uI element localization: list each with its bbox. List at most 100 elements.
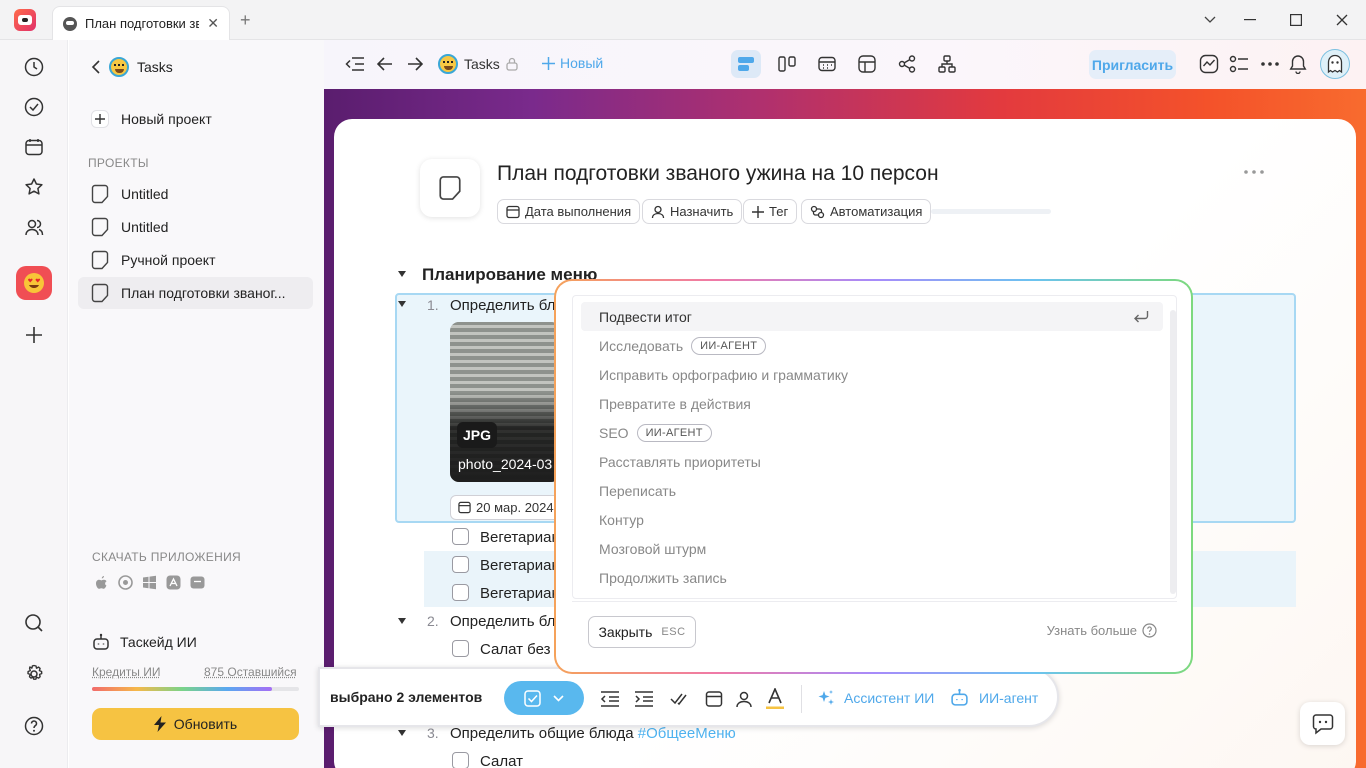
ai-option-label: Подвести итог [599, 308, 692, 325]
filter-icon[interactable] [1228, 53, 1250, 75]
ai-option-fix-spelling[interactable]: Исправить орфографию и грамматику [581, 360, 1163, 389]
app-store-icon[interactable] [166, 575, 181, 590]
check-circle-icon[interactable] [22, 95, 46, 119]
breadcrumb[interactable]: Tasks [438, 54, 518, 74]
text-color-icon[interactable] [764, 688, 786, 710]
minimize-button[interactable] [1240, 10, 1260, 30]
close-window-button[interactable] [1332, 10, 1352, 30]
due-date-pill[interactable]: Дата выполнения [497, 199, 641, 224]
user-avatar[interactable] [1320, 49, 1350, 79]
assign-user-icon[interactable] [733, 688, 755, 710]
due-date-icon[interactable] [703, 688, 725, 710]
list-scrollbar[interactable] [1170, 310, 1176, 594]
users-icon[interactable] [22, 215, 46, 239]
assign-pill[interactable]: Назначить [642, 199, 743, 224]
collapse-triangle-icon[interactable] [398, 271, 406, 277]
help-icon[interactable] [22, 714, 46, 738]
upgrade-button[interactable]: Обновить [92, 708, 299, 740]
ai-option-outline[interactable]: Контур [581, 505, 1163, 534]
project-item[interactable]: Untitled [78, 178, 313, 210]
ai-assistant-button[interactable]: Ассистент ИИ [817, 689, 934, 707]
subtask-text[interactable]: Вегетариан [480, 557, 560, 574]
tag-pill[interactable]: Тег [743, 199, 798, 224]
enter-key-icon [1134, 311, 1149, 323]
learn-more-link[interactable]: Узнать больше [1047, 623, 1157, 638]
indent-icon[interactable] [633, 688, 655, 710]
task-text[interactable]: Определить бл [450, 613, 555, 630]
task-checkbox[interactable] [452, 752, 469, 768]
outdent-icon[interactable] [599, 688, 621, 710]
collapse-triangle-icon[interactable] [398, 618, 406, 624]
ai-option-brainstorm[interactable]: Мозговой штурм [581, 534, 1163, 563]
task-checkbox[interactable] [452, 640, 469, 657]
android-icon[interactable] [190, 575, 205, 590]
star-icon[interactable] [22, 175, 46, 199]
mindmap-view-icon[interactable] [892, 50, 922, 78]
chrome-icon[interactable] [118, 575, 133, 590]
subtask-text[interactable]: Вегетариан [480, 529, 560, 546]
ai-agent-button[interactable]: ИИ-агент [950, 688, 1038, 707]
new-project-button[interactable]: Новый проект [78, 103, 313, 135]
calendar-icon[interactable] [22, 135, 46, 159]
ai-option-continue-writing[interactable]: Продолжить запись [581, 563, 1163, 592]
ai-option-seo[interactable]: SEO ИИ-АГЕНТ [581, 418, 1163, 447]
bell-icon[interactable] [1287, 53, 1309, 75]
browser-tab[interactable]: План подготовки зва... ✕ [52, 6, 230, 40]
double-check-icon[interactable] [668, 688, 690, 710]
task-checkbox[interactable] [452, 528, 469, 545]
heart-eyes-emoji-icon [24, 273, 44, 293]
new-item-button[interactable]: Новый [542, 55, 603, 71]
support-chat-button[interactable] [1300, 702, 1345, 745]
list-view-icon[interactable] [731, 50, 761, 78]
forward-arrow-icon[interactable] [404, 53, 426, 75]
back-to-workspace[interactable]: Tasks [78, 51, 313, 83]
project-item-active[interactable]: План подготовки званог... [78, 277, 313, 309]
apple-icon[interactable] [94, 575, 109, 590]
search-icon[interactable] [22, 611, 46, 635]
image-attachment[interactable]: JPG photo_2024-03 [450, 322, 560, 482]
board-view-icon[interactable] [772, 50, 802, 78]
document-title[interactable]: План подготовки званого ужина на 10 перс… [497, 162, 939, 186]
subtask-text[interactable]: Салат без а [480, 641, 563, 658]
task-checkbox[interactable] [452, 556, 469, 573]
project-icon[interactable] [420, 159, 480, 217]
tab-close-icon[interactable]: ✕ [207, 15, 219, 32]
new-tab-button[interactable]: + [240, 11, 251, 29]
task-checkbox[interactable] [452, 584, 469, 601]
collapse-sidebar-icon[interactable] [344, 53, 366, 75]
hashtag-link[interactable]: #ОбщееМеню [638, 725, 736, 742]
due-date-chip[interactable]: 20 мар. 2024 [450, 495, 562, 520]
document-more-icon[interactable] [1244, 170, 1264, 174]
ai-option-summarize[interactable]: Подвести итог [581, 302, 1163, 331]
more-options-icon[interactable] [1259, 53, 1281, 75]
ai-option-prioritize[interactable]: Расставлять приоритеты [581, 447, 1163, 476]
back-arrow-icon[interactable] [374, 53, 396, 75]
invite-button[interactable]: Пригласить [1089, 50, 1176, 79]
learn-more-label: Узнать больше [1046, 623, 1137, 638]
org-chart-view-icon[interactable] [932, 50, 962, 78]
calendar-view-icon[interactable] [812, 50, 842, 78]
activity-icon[interactable] [1198, 53, 1220, 75]
windows-icon[interactable] [142, 575, 157, 590]
task-text[interactable]: Определить общие блюда #ОбщееМеню [450, 725, 736, 742]
complete-dropdown-button[interactable] [504, 681, 584, 715]
collapse-triangle-icon[interactable] [398, 301, 406, 307]
maximize-button[interactable] [1286, 10, 1306, 30]
clock-icon[interactable] [22, 55, 46, 79]
project-item[interactable]: Untitled [78, 211, 313, 243]
gear-icon[interactable] [22, 662, 46, 686]
task-text[interactable]: Определить бл [450, 297, 555, 314]
automation-pill[interactable]: Автоматизация [801, 199, 932, 224]
ai-option-rewrite[interactable]: Переписать [581, 476, 1163, 505]
close-button[interactable]: Закрыть ESC [588, 616, 696, 648]
dropdown-icon[interactable] [1200, 10, 1220, 30]
add-workspace-icon[interactable] [22, 323, 46, 347]
collapse-triangle-icon[interactable] [398, 730, 406, 736]
subtask-text[interactable]: Вегетариан [480, 585, 560, 602]
ai-option-action-items[interactable]: Превратите в действия [581, 389, 1163, 418]
project-item[interactable]: Ручной проект [78, 244, 313, 276]
ai-option-research[interactable]: Исследовать ИИ-АГЕНТ [581, 331, 1163, 360]
table-view-icon[interactable] [852, 50, 882, 78]
workspace-avatar[interactable] [16, 266, 52, 300]
subtask-text[interactable]: Салат [480, 753, 523, 768]
